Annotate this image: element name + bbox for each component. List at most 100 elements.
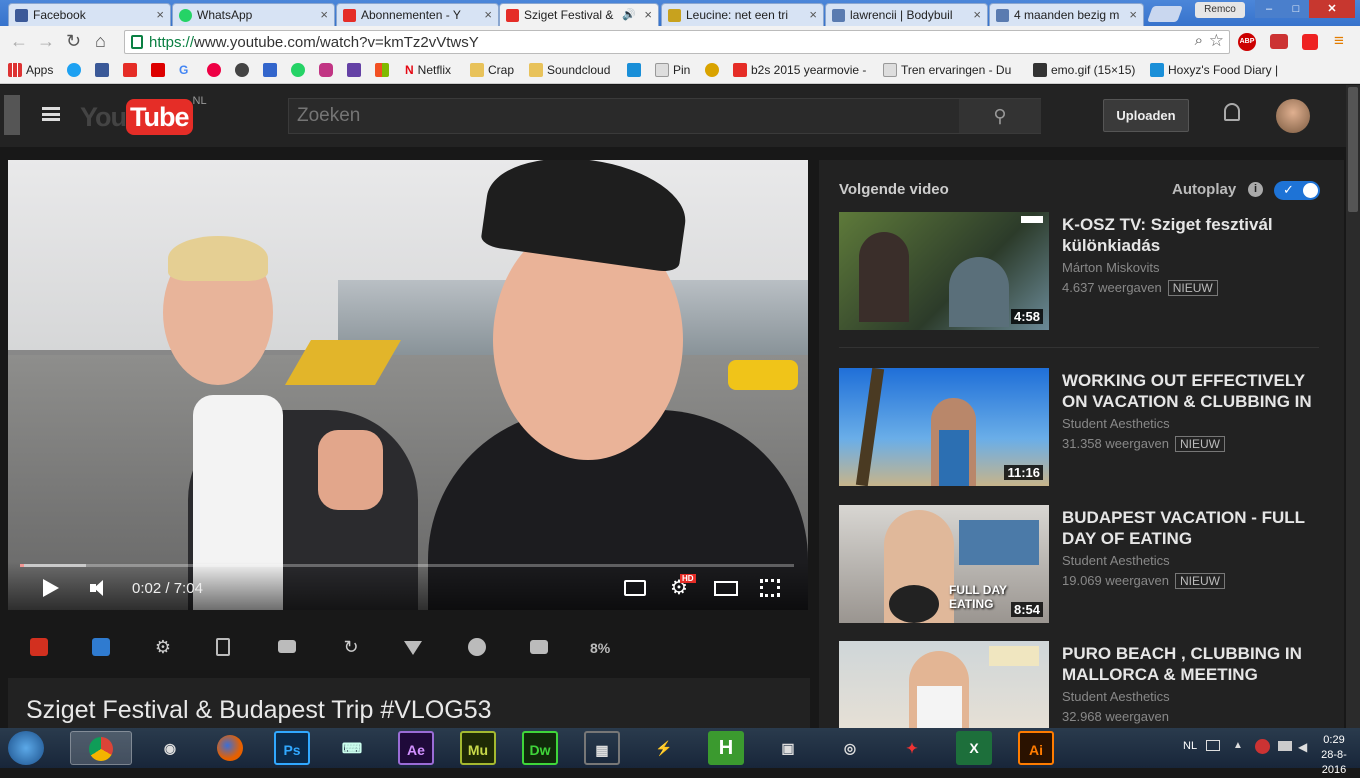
volume-icon[interactable]	[90, 580, 108, 596]
progress-bar[interactable]	[20, 564, 794, 567]
channel-name[interactable]: Student Aesthetics	[1062, 553, 1170, 568]
settings-icon[interactable]: ⚙	[154, 638, 172, 656]
video-thumbnail[interactable]: FULL DAY EATING 8:54	[839, 505, 1049, 623]
bookmark-site[interactable]	[207, 63, 225, 77]
muse-icon[interactable]: Mu	[460, 731, 496, 765]
bookmark-facebook[interactable]	[95, 63, 113, 77]
upload-button[interactable]: Uploaden	[1103, 99, 1189, 132]
tab-lawrencii[interactable]: lawrencii | Bodybuil ×	[825, 3, 988, 26]
back-arrow-icon[interactable]: ←	[10, 31, 28, 52]
tab-4-maanden[interactable]: 4 maanden bezig m ×	[989, 3, 1144, 26]
steam-icon[interactable]: ◉	[152, 731, 188, 765]
bookmark-tren[interactable]: Tren ervaringen - Du	[883, 63, 1011, 77]
minimize-button[interactable]: –	[1255, 0, 1283, 18]
app-h-icon[interactable]: H	[708, 731, 744, 765]
recommendation-title[interactable]: K-OSZ TV: Sziget fesztivál különkiadás	[1062, 214, 1327, 256]
after-effects-icon[interactable]: Ae	[398, 731, 434, 765]
search-input[interactable]	[289, 99, 959, 133]
bell-icon[interactable]	[1222, 103, 1242, 125]
bookmark-apps[interactable]: Apps	[8, 63, 53, 77]
taskbar-firefox[interactable]	[212, 731, 248, 765]
adblock-icon[interactable]: ABP	[1238, 33, 1256, 51]
excel-icon[interactable]: X	[956, 731, 992, 765]
recommendation-title[interactable]: BUDAPEST VACATION - FULL DAY OF EATING	[1062, 507, 1327, 549]
tab-leucine[interactable]: Leucine: net een tri ×	[661, 3, 824, 26]
camera-icon[interactable]	[530, 640, 548, 654]
tray-app-icon[interactable]	[1255, 739, 1270, 754]
autoplay-toggle[interactable]: ✓	[1274, 181, 1320, 200]
bookmark-site[interactable]	[627, 63, 645, 77]
recommendation-title[interactable]: PURO BEACH , CLUBBING IN MALLORCA & MEET…	[1062, 643, 1327, 685]
close-icon[interactable]: ×	[156, 7, 164, 22]
star-icon[interactable]: ☆	[1209, 31, 1224, 51]
bookmark-site[interactable]	[705, 63, 723, 77]
video-player[interactable]: 0:02 / 7:04 ⚙ HD	[8, 160, 808, 610]
close-icon[interactable]: ×	[484, 7, 492, 22]
scrollbar-thumb[interactable]	[1348, 87, 1358, 212]
avatar[interactable]	[1276, 99, 1310, 133]
bookmark-emo[interactable]: emo.gif (15×15)	[1033, 63, 1135, 77]
channel-name[interactable]: Student Aesthetics	[1062, 416, 1170, 431]
recommendation-item[interactable]: 4:58 K-OSZ TV: Sziget fesztivál különkia…	[839, 212, 1319, 332]
bookmark-crap[interactable]: Crap	[470, 63, 514, 77]
channel-name[interactable]: Márton Miskovits	[1062, 260, 1160, 275]
keyboard-icon[interactable]: ⌨	[334, 731, 370, 765]
address-bar[interactable]: https://www.youtube.com/watch?v=kmTz2vVt…	[124, 30, 1230, 54]
home-icon[interactable]: ⌂	[95, 31, 106, 52]
globe-icon[interactable]	[468, 638, 486, 656]
close-icon[interactable]: ×	[644, 7, 652, 22]
maximize-button[interactable]: □	[1283, 0, 1309, 18]
new-tab-button[interactable]	[1147, 6, 1183, 22]
recommendation-title[interactable]: WORKING OUT EFFECTIVELY ON VACATION & CL…	[1062, 370, 1327, 412]
video-editor-icon[interactable]: ▦	[584, 731, 620, 765]
video-thumbnail[interactable]	[839, 641, 1049, 729]
search-button[interactable]: ⚲	[959, 99, 1041, 133]
film-icon[interactable]	[216, 638, 230, 656]
app-icon[interactable]: ◎	[832, 731, 868, 765]
guide-menu-icon[interactable]	[42, 107, 60, 121]
language-indicator[interactable]: NL	[1183, 740, 1197, 752]
close-icon[interactable]: ×	[320, 7, 328, 22]
bookmark-whatsapp[interactable]	[291, 63, 309, 77]
app-icon[interactable]: ⚡	[646, 731, 682, 765]
google-icon[interactable]: G	[179, 63, 188, 77]
bookmark-instagram[interactable]	[319, 63, 337, 77]
menu-icon[interactable]: ≡	[1334, 31, 1344, 51]
tab-whatsapp[interactable]: WhatsApp ×	[172, 3, 335, 26]
taskbar-chrome[interactable]	[70, 731, 132, 765]
tab-sziget-festival[interactable]: Sziget Festival & 🔊 ×	[499, 3, 659, 27]
recommendation-item[interactable]: FULL DAY EATING 8:54 BUDAPEST VACATION -…	[839, 505, 1319, 625]
subtitles-icon[interactable]	[624, 580, 646, 596]
extension-icon[interactable]	[1270, 34, 1288, 49]
zoom-icon[interactable]: ⌕	[1195, 32, 1203, 49]
bookmark-site[interactable]	[263, 63, 281, 77]
bookmark-soundcloud[interactable]: Soundcloud	[529, 63, 610, 77]
fullscreen-icon[interactable]	[760, 579, 780, 597]
close-icon[interactable]: ×	[809, 7, 817, 22]
info-icon[interactable]: i	[1248, 182, 1263, 197]
record-icon[interactable]	[30, 638, 48, 656]
forward-arrow-icon[interactable]: →	[37, 31, 55, 52]
close-window-button[interactable]: ✕	[1309, 0, 1355, 18]
chevron-up-icon[interactable]: ▲	[1233, 740, 1243, 751]
reload-icon[interactable]: ↻	[66, 31, 81, 52]
bookmark-hoxyz[interactable]: Hoxyz's Food Diary |	[1150, 63, 1278, 77]
bookmark-twitch[interactable]	[347, 63, 365, 77]
bookmark-pin[interactable]: Pin	[655, 63, 690, 77]
extension-icon[interactable]	[1302, 34, 1318, 50]
photoshop-icon[interactable]: Ps	[274, 731, 310, 765]
channel-name[interactable]: Student Aesthetics	[1062, 689, 1170, 704]
video-thumbnail[interactable]: 11:16	[839, 368, 1049, 486]
app-icon[interactable]: ▣	[770, 731, 806, 765]
close-icon[interactable]: ×	[973, 7, 981, 22]
bookmark-site[interactable]	[235, 63, 253, 77]
bookmark-twitter[interactable]	[67, 63, 85, 77]
keyboard-tray-icon[interactable]	[1206, 740, 1220, 751]
app-icon[interactable]: ✦	[894, 731, 930, 765]
video-thumbnail[interactable]: 4:58	[839, 212, 1049, 330]
illustrator-icon[interactable]: Ai	[1018, 731, 1054, 765]
play-icon[interactable]	[43, 579, 59, 597]
bookmark-youtube[interactable]	[123, 63, 141, 77]
tab-facebook[interactable]: Facebook ×	[8, 3, 171, 26]
speed-percent[interactable]: 8%	[590, 640, 610, 656]
